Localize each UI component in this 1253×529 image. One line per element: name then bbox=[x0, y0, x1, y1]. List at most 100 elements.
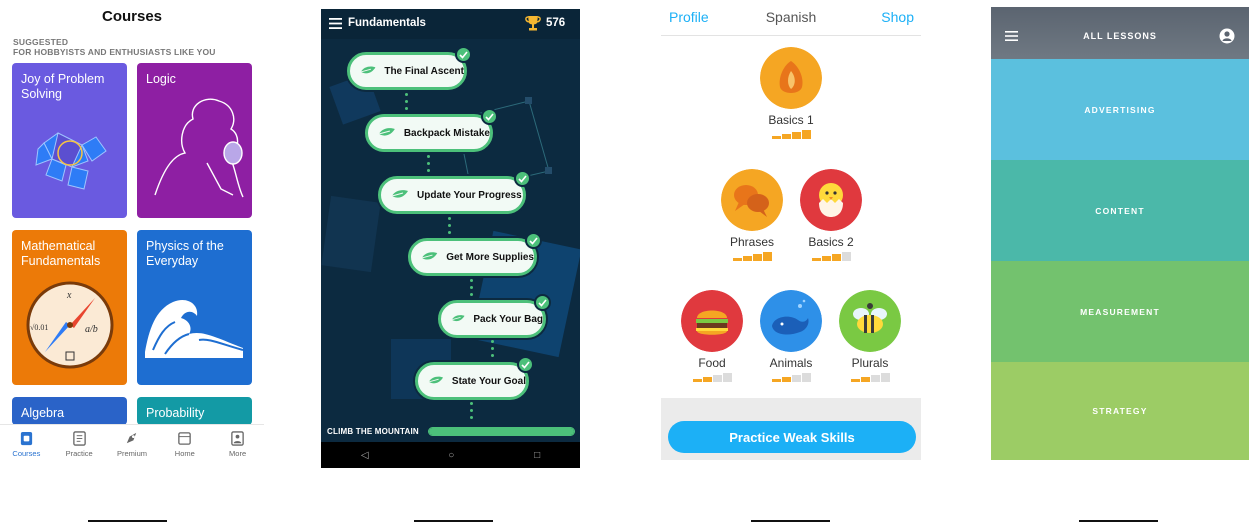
hamburger-menu-icon[interactable] bbox=[329, 18, 342, 29]
skill-circle bbox=[721, 169, 783, 231]
lesson-label: Pack Your Bag bbox=[473, 313, 543, 325]
path-dots bbox=[470, 279, 474, 300]
profile-link[interactable]: Profile bbox=[669, 9, 709, 25]
lesson-band-measurement[interactable]: MEASUREMENT bbox=[991, 261, 1249, 362]
user-account-icon[interactable] bbox=[1219, 28, 1235, 44]
egg-icon bbox=[760, 47, 822, 109]
course-card-probability[interactable]: Probability bbox=[137, 397, 252, 425]
skill-label: Plurals bbox=[851, 356, 889, 370]
skill-food[interactable]: Food bbox=[672, 290, 752, 382]
band-label: MEASUREMENT bbox=[1080, 306, 1160, 317]
tab-practice[interactable]: Practice bbox=[53, 425, 106, 468]
leaf-icon bbox=[451, 315, 465, 322]
strength-bar bbox=[811, 258, 821, 261]
strength-meter bbox=[830, 373, 910, 382]
course-card-joy-of-problem-solving[interactable]: Joy of Problem Solving bbox=[12, 63, 127, 218]
wave-illustration-icon bbox=[145, 299, 244, 358]
premium-icon bbox=[127, 432, 137, 444]
checkmark-icon bbox=[481, 108, 498, 125]
strength-bar bbox=[801, 373, 811, 382]
strength-bar bbox=[850, 379, 860, 382]
progress-fill bbox=[429, 428, 574, 435]
tab-courses[interactable]: Courses bbox=[0, 425, 53, 468]
tab-label: Home bbox=[174, 449, 195, 458]
course-card-physics-of-the-everyday[interactable]: Physics of the Everyday bbox=[137, 230, 252, 385]
strength-bar bbox=[781, 134, 791, 139]
skill-label: Basics 1 bbox=[768, 113, 814, 127]
more-icon bbox=[231, 431, 244, 446]
strength-bar bbox=[791, 375, 801, 382]
strength-bar bbox=[692, 379, 702, 382]
strength-meter bbox=[751, 130, 831, 139]
strength-bar bbox=[781, 377, 791, 382]
lesson-node[interactable]: Backpack Mistake bbox=[365, 108, 498, 152]
lesson-band-advertising[interactable]: ADVERTISING bbox=[991, 59, 1249, 160]
skill-plurals[interactable]: Plurals bbox=[830, 290, 910, 382]
lesson-band-content[interactable]: CONTENT bbox=[991, 160, 1249, 261]
skill-animals[interactable]: Animals bbox=[751, 290, 831, 382]
tiling-illustration-icon bbox=[35, 132, 107, 190]
tab-premium[interactable]: Premium bbox=[106, 425, 159, 468]
course-card-algebra[interactable]: Algebra bbox=[12, 397, 127, 425]
lesson-node[interactable]: State Your Goal bbox=[415, 356, 534, 400]
recents-nav-icon[interactable]: □ bbox=[534, 450, 540, 461]
fundamentals-screen: Fundamentals 576 The Final Ascent Backpa… bbox=[321, 9, 580, 468]
leaf-icon bbox=[378, 128, 395, 136]
leaf-icon bbox=[428, 376, 444, 384]
top-app-bar: Spanish Profile Shop bbox=[661, 0, 921, 36]
lesson-label: Backpack Mistake bbox=[403, 127, 490, 139]
skill-basics-1[interactable]: Basics 1 bbox=[751, 47, 831, 139]
strength-meter bbox=[791, 252, 871, 261]
lesson-label: Update Your Progress bbox=[417, 189, 522, 201]
strength-meter bbox=[672, 373, 752, 382]
course-card-title: Mathematical Fundamentals bbox=[21, 239, 101, 268]
course-card-mathematical-fundamentals[interactable]: Mathematical Fundamentals x a/b √0.01 bbox=[12, 230, 127, 385]
strength-bar bbox=[771, 136, 781, 139]
skill-circle bbox=[760, 47, 822, 109]
practice-weak-skills-button[interactable]: Practice Weak Skills bbox=[668, 421, 916, 453]
band-label: ADVERTISING bbox=[1084, 104, 1156, 115]
suggested-header: SUGGESTED FOR HOBBYISTS AND ENTHUSIASTS … bbox=[13, 37, 216, 57]
lesson-band-strategy[interactable]: STRATEGY bbox=[991, 362, 1249, 460]
whale-icon bbox=[760, 290, 822, 352]
compass-top-label: x bbox=[66, 290, 72, 301]
skill-label: Basics 2 bbox=[808, 235, 854, 249]
compass-right-label: a/b bbox=[85, 324, 98, 335]
lesson-node[interactable]: Get More Supplies bbox=[408, 232, 542, 276]
tab-home[interactable]: Home bbox=[158, 425, 211, 468]
band-label: STRATEGY bbox=[1092, 406, 1148, 416]
score-value: 576 bbox=[546, 17, 566, 29]
suggested-sub-label: FOR HOBBYISTS AND ENTHUSIASTS LIKE YOU bbox=[13, 47, 216, 57]
lesson-label: The Final Ascent bbox=[384, 65, 464, 77]
page-title: Courses bbox=[101, 8, 163, 25]
skill-phrases[interactable]: Phrases bbox=[712, 169, 792, 261]
skill-circle bbox=[800, 169, 862, 231]
courses-screen: Courses SUGGESTED FOR HOBBYISTS AND ENTH… bbox=[0, 0, 264, 468]
band-label: CONTENT bbox=[1095, 205, 1145, 216]
shop-link[interactable]: Shop bbox=[881, 9, 914, 25]
back-nav-icon[interactable]: ◁ bbox=[361, 450, 369, 461]
leaf-icon bbox=[391, 190, 408, 198]
home-nav-icon[interactable]: ○ bbox=[448, 450, 454, 461]
skill-circle bbox=[760, 290, 822, 352]
caption-underline bbox=[414, 520, 493, 522]
trophy-icon bbox=[525, 16, 541, 31]
leaf-icon bbox=[360, 66, 376, 74]
progress-label: CLIMB THE MOUNTAIN bbox=[327, 427, 419, 436]
lesson-node[interactable]: The Final Ascent bbox=[347, 46, 472, 90]
skill-label: Food bbox=[698, 356, 726, 370]
tab-label: Courses bbox=[12, 449, 41, 458]
lesson-node[interactable]: Update Your Progress bbox=[378, 170, 531, 214]
tab-label: More bbox=[229, 449, 247, 458]
chick-icon bbox=[800, 169, 862, 231]
strength-bar bbox=[752, 254, 762, 261]
strength-bar bbox=[821, 256, 831, 261]
course-card-logic[interactable]: Logic bbox=[137, 63, 252, 218]
tab-more[interactable]: More bbox=[211, 425, 264, 468]
burger-icon bbox=[681, 290, 743, 352]
top-app-bar: ALL LESSONS bbox=[991, 7, 1249, 59]
page-title: Fundamentals bbox=[348, 17, 426, 29]
skill-basics-2[interactable]: Basics 2 bbox=[791, 169, 871, 261]
page-title: ALL LESSONS bbox=[1083, 31, 1157, 41]
lesson-node[interactable]: Pack Your Bag bbox=[438, 294, 551, 338]
